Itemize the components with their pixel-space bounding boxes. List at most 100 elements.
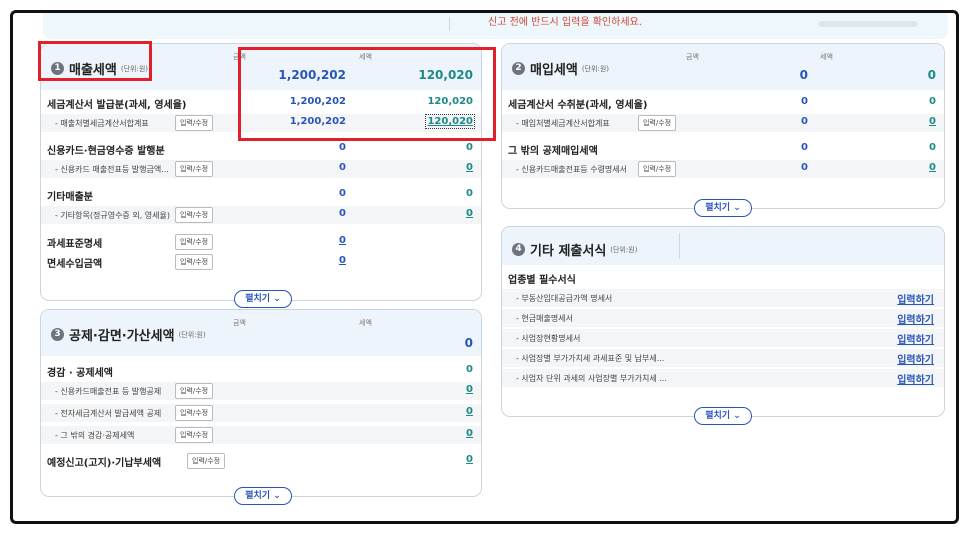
tax-value: 0	[466, 364, 473, 375]
total-amount: 0	[799, 68, 808, 82]
amount-value: 0	[801, 96, 808, 107]
purchase-tax-panel: 2 매입세액 (단위:원) 금액 세액 0 0 세금계산서 수취분(과세, 영세…	[501, 43, 945, 217]
row-label: 세금계산서 발급분(과세, 영세율)	[47, 100, 187, 111]
amount-value: 0	[339, 162, 346, 173]
amount-value-link[interactable]: 0	[339, 255, 346, 266]
edit-button[interactable]: 입력/수정	[175, 207, 214, 223]
section-heading-row: 업종별 필수서식	[502, 269, 944, 287]
top-button[interactable]	[818, 21, 918, 27]
row-label: 세금계산서 수취분(과세, 영세율)	[508, 100, 648, 111]
tax-value-link[interactable]: 0	[466, 428, 473, 439]
section-title-text: 공제·감면·가산세액	[69, 329, 175, 344]
edit-button[interactable]: 입력/수정	[175, 427, 214, 443]
total-tax: 0	[464, 336, 473, 350]
other-forms-panel: 4 기타 제출서식 (단위:원) 업종별 필수서식 - 부동산임대공급가액 명세…	[501, 226, 945, 425]
list-item: - 부동산임대공급가액 명세서 입력하기	[502, 289, 944, 307]
list-item: - 현금매출명세서 입력하기	[502, 309, 944, 327]
table-row: - 신용카드매출전표등 수령명세서 입력/수정 0 0	[502, 160, 944, 178]
divider	[679, 233, 680, 259]
tax-value-link[interactable]: 0	[929, 162, 936, 173]
row-label: - 사업장별 부가가치세 과세표준 및 납부세...	[516, 354, 665, 363]
edit-button[interactable]: 입력/수정	[175, 234, 214, 250]
input-link[interactable]: 입력하기	[897, 371, 934, 386]
section-heading: 업종별 필수서식	[508, 275, 576, 286]
divider	[449, 17, 450, 31]
row-label: - 사업장현황명세서	[516, 334, 581, 343]
list-item: - 사업장별 부가가치세 과세표준 및 납부세... 입력하기	[502, 349, 944, 367]
edit-button[interactable]: 입력/수정	[175, 383, 214, 399]
section-title-text: 기타 제출서식	[530, 244, 607, 259]
tax-value: 0	[929, 96, 936, 107]
list-item: - 사업자 단위 과세의 사업장별 부가가치세 ... 입력하기	[502, 369, 944, 387]
other-forms-header: 4 기타 제출서식 (단위:원)	[502, 227, 944, 265]
expand-button[interactable]: 펼치기 ⌄	[694, 199, 752, 217]
table-row: 그 밖의 공제매입세액 0 0	[502, 140, 944, 158]
table-row: 경감 · 공제세액 0	[41, 362, 481, 380]
highlight-box-title	[38, 41, 152, 81]
unit-label: (단위:원)	[178, 330, 206, 339]
amount-value-link[interactable]: 0	[339, 235, 346, 246]
row-label: - 신용카드 매출전표등 발행금액...	[55, 165, 169, 174]
amount-col-header: 금액	[686, 53, 699, 61]
notice-text: 신고 전에 반드시 입력을 확인하세요.	[488, 17, 642, 28]
tax-value: 0	[466, 188, 473, 199]
section-number: 3	[51, 328, 64, 341]
tax-value-link[interactable]: 0	[466, 208, 473, 219]
amount-value: 0	[339, 188, 346, 199]
input-link[interactable]: 입력하기	[897, 331, 934, 346]
app-frame: 신고 전에 반드시 입력을 확인하세요. 1 매출세액 (단위:원) 금액 세액…	[10, 10, 959, 524]
deduction-panel: 3 공제·감면·가산세액 (단위:원) 금액 세액 0 경감 · 공제세액 0 …	[40, 309, 482, 505]
table-row: - 기타항목(정규영수증 외, 영세율) 입력/수정 0 0	[41, 206, 481, 224]
other-forms-title: 4 기타 제출서식 (단위:원)	[512, 240, 637, 259]
unit-label: (단위:원)	[581, 64, 609, 73]
edit-button[interactable]: 입력/수정	[175, 405, 214, 421]
section-number: 4	[512, 243, 525, 256]
input-link[interactable]: 입력하기	[897, 311, 934, 326]
list-item: - 사업장현황명세서 입력하기	[502, 329, 944, 347]
tax-value-link[interactable]: 0	[466, 454, 473, 465]
row-label: - 그 밖의 경감·공제세액	[55, 431, 135, 440]
edit-button[interactable]: 입력/수정	[175, 161, 214, 177]
table-row: - 신용카드 매출전표등 발행금액... 입력/수정 0 0	[41, 160, 481, 178]
input-link[interactable]: 입력하기	[897, 351, 934, 366]
section-title-text: 매입세액	[530, 63, 578, 78]
amount-value: 0	[339, 142, 346, 153]
purchase-tax-title: 2 매입세액 (단위:원)	[512, 59, 609, 78]
expand-button[interactable]: 펼치기 ⌄	[694, 407, 752, 425]
edit-button[interactable]: 입력/수정	[638, 115, 677, 131]
unit-label: (단위:원)	[610, 245, 638, 254]
row-label: - 신용카드매출전표 등 발행공제	[55, 387, 162, 396]
row-label: 과세표준명세	[47, 239, 103, 250]
row-label: - 매입처별세금계산서합계표	[516, 119, 610, 128]
edit-button[interactable]: 입력/수정	[187, 453, 226, 469]
edit-button[interactable]: 입력/수정	[638, 161, 677, 177]
row-label: - 현금매출명세서	[516, 314, 573, 323]
expand-button[interactable]: 펼치기 ⌄	[234, 290, 292, 308]
amount-value: 0	[801, 116, 808, 127]
amount-value: 0	[801, 162, 808, 173]
tax-value-link[interactable]: 0	[466, 406, 473, 417]
amount-col-header: 금액	[233, 319, 246, 327]
table-row: 신용카드·현금영수증 발행분 0 0	[41, 140, 481, 158]
expand-button[interactable]: 펼치기 ⌄	[234, 487, 292, 505]
table-row: - 그 밖의 경감·공제세액 입력/수정 0	[41, 426, 481, 444]
table-row: 면세수입금액 입력/수정 0	[41, 253, 481, 271]
edit-button[interactable]: 입력/수정	[175, 254, 214, 270]
section-number: 2	[512, 62, 525, 75]
row-label: - 매출처별세금계산서합계표	[55, 119, 149, 128]
deduction-title: 3 공제·감면·가산세액 (단위:원)	[51, 325, 206, 344]
table-row: - 매입처별세금계산서합계표 입력/수정 0 0	[502, 114, 944, 132]
row-label: - 신용카드매출전표등 수령명세서	[516, 165, 628, 174]
total-tax: 0	[927, 68, 936, 82]
table-row: 과세표준명세 입력/수정 0	[41, 233, 481, 251]
tax-col-header: 세액	[359, 319, 372, 327]
highlight-box-values	[238, 47, 496, 141]
tax-value-link[interactable]: 0	[466, 162, 473, 173]
row-label: - 부동산임대공급가액 명세서	[516, 294, 613, 303]
row-label: - 전자세금계산서 발급세액 공제	[55, 409, 162, 418]
input-link[interactable]: 입력하기	[897, 291, 934, 306]
tax-value-link[interactable]: 0	[929, 116, 936, 127]
row-label: 경감 · 공제세액	[47, 368, 113, 379]
tax-value-link[interactable]: 0	[466, 384, 473, 395]
edit-button[interactable]: 입력/수정	[175, 115, 214, 131]
